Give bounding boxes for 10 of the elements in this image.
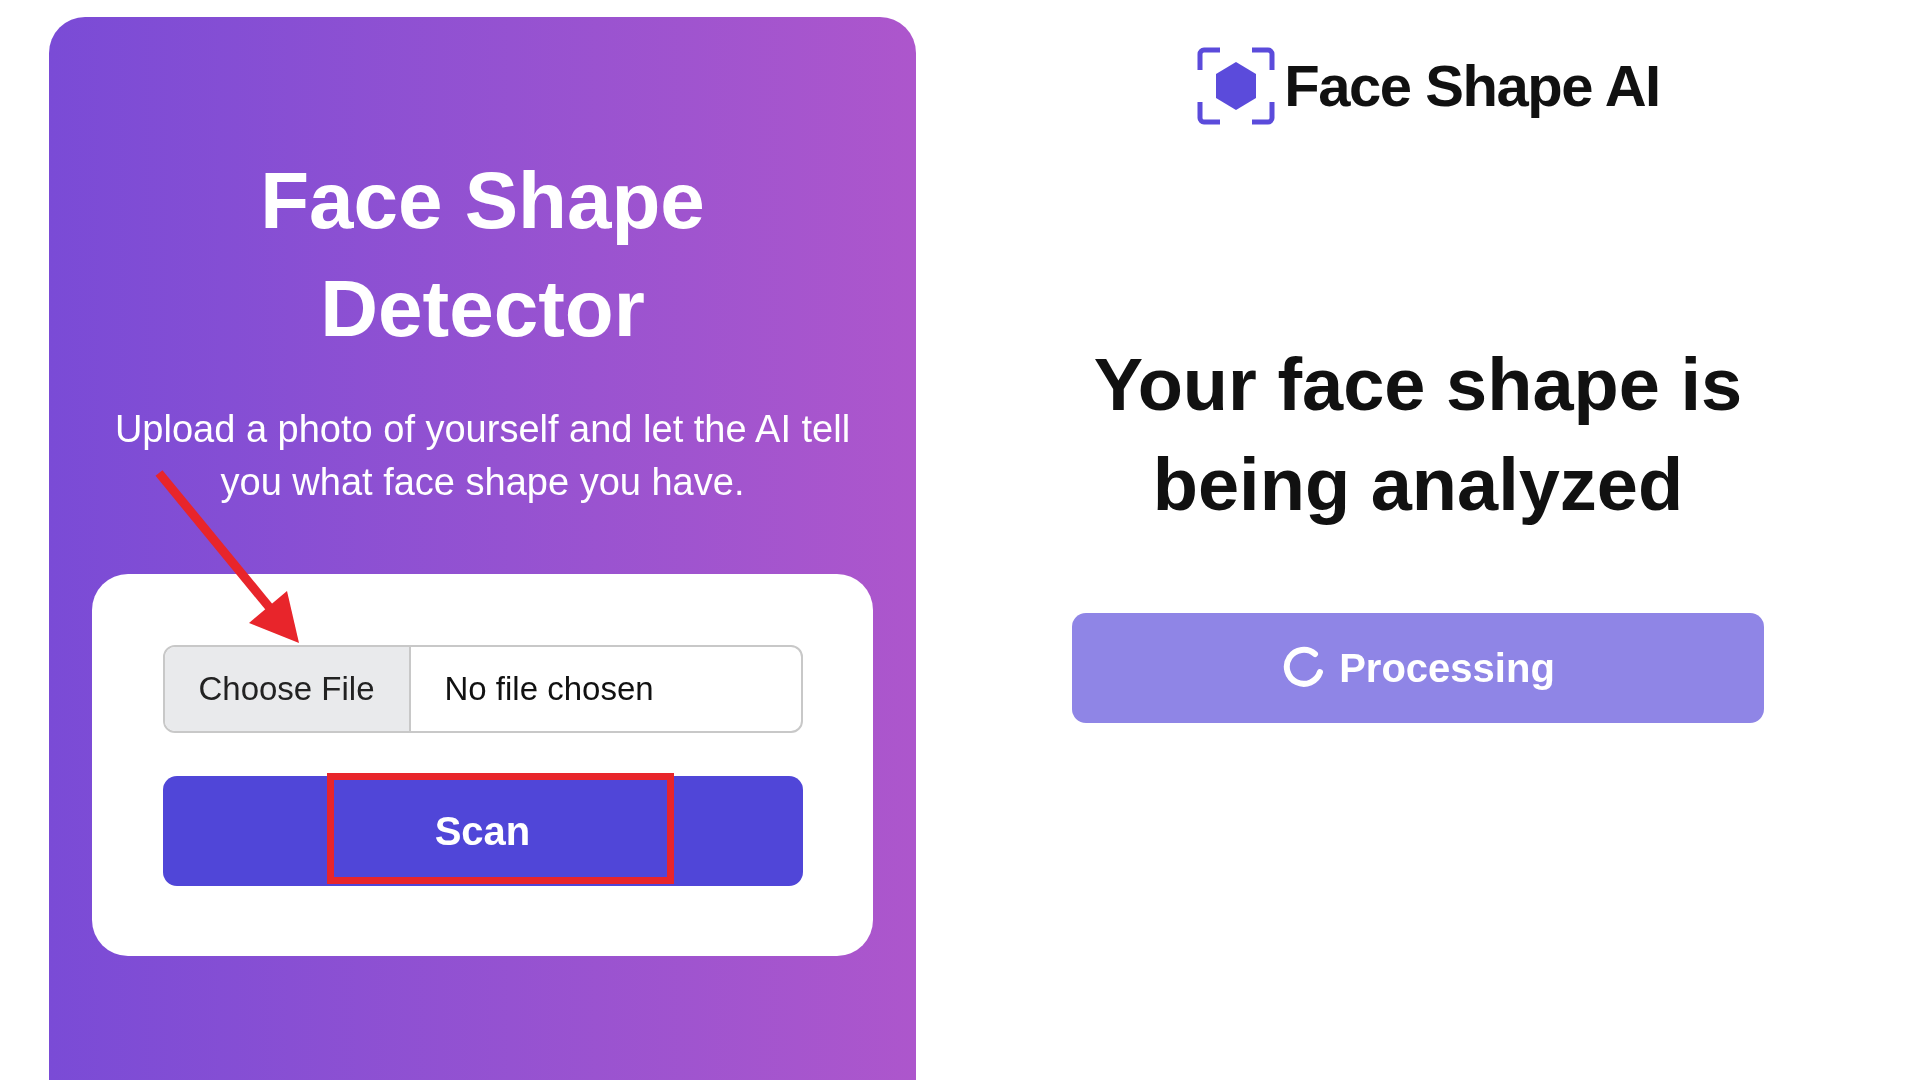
file-status: No file chosen bbox=[443, 669, 654, 710]
status-heading: Your face shape is being analyzed bbox=[1092, 342, 1744, 528]
card-title: Face Shape Detector bbox=[259, 155, 706, 355]
spinner-icon bbox=[1281, 646, 1326, 690]
scan-button[interactable]: Scan bbox=[162, 776, 803, 886]
card-subtitle: Upload a photo of yourself and let the AI tell you what face shape you have. bbox=[113, 407, 852, 505]
brand-name: Face Shape AI bbox=[1284, 52, 1660, 120]
file-input[interactable]: Choose File No file chosen bbox=[162, 645, 803, 733]
choose-file-button[interactable]: Choose File bbox=[164, 647, 411, 731]
logo-icon bbox=[1196, 45, 1277, 126]
